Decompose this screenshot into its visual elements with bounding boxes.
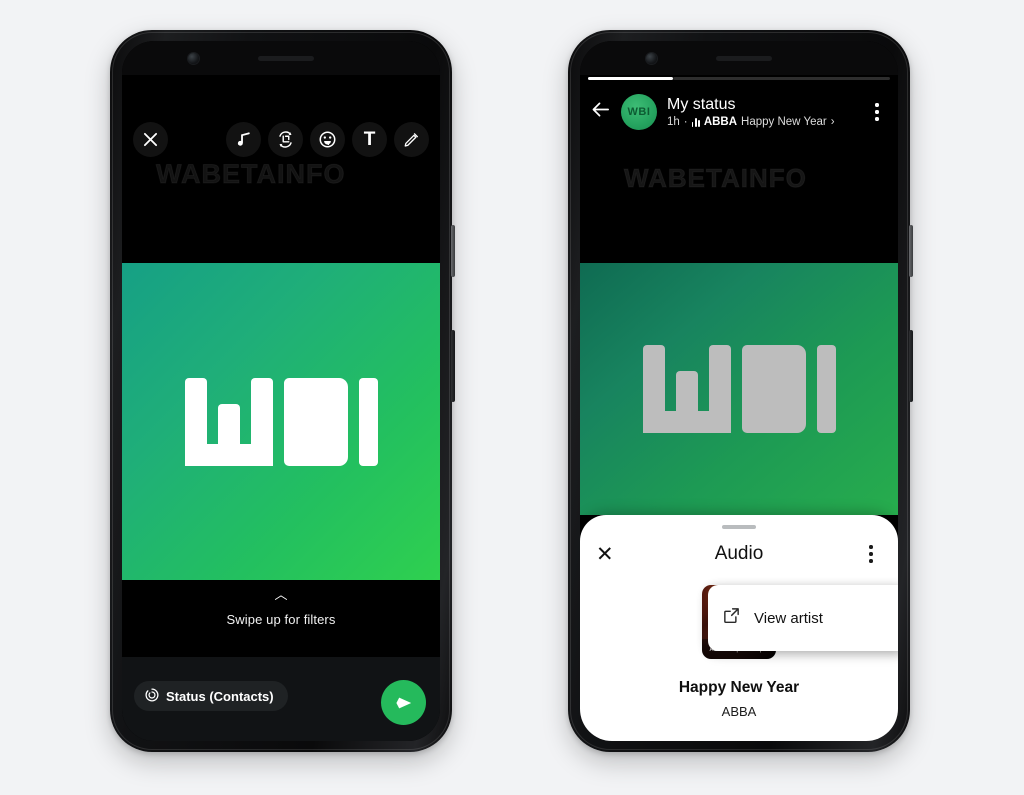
phone-screen-editor: WABETAINFO T ︿ Swipe up for filters Stat… (122, 41, 440, 741)
earpiece-speaker-right (716, 55, 772, 61)
crop-rotate-icon[interactable] (268, 121, 303, 157)
status-subline[interactable]: 1h · ABBA Happy New Year › (667, 116, 856, 128)
volume-button-right[interactable] (909, 225, 913, 277)
front-camera-icon-right (646, 53, 657, 64)
power-button-left[interactable] (451, 330, 455, 402)
audio-bottom-sheet: ✕ Audio ABBA Super Trouper (580, 515, 898, 741)
sticker-icon[interactable] (310, 121, 345, 157)
pencil-icon[interactable] (394, 121, 429, 157)
earpiece-speaker (258, 55, 314, 61)
chevron-up-icon: ︿ (274, 587, 288, 602)
text-icon-glyph: T (363, 128, 376, 150)
status-meta: My status 1h · ABBA Happy New Year › (667, 96, 856, 128)
wbi-logo-dim (642, 345, 836, 433)
status-audience-chip[interactable]: Status (Contacts) (134, 681, 288, 711)
send-icon (395, 697, 411, 708)
sheet-header: ✕ Audio (580, 529, 898, 571)
avatar[interactable]: WBI (621, 94, 657, 130)
logo-letter-b (283, 377, 348, 466)
phone-device-left: WABETAINFO T ︿ Swipe up for filters Stat… (110, 30, 455, 752)
status-media[interactable] (580, 263, 898, 515)
status-overflow-menu-icon[interactable] (866, 103, 888, 121)
avatar-initials: WBI (627, 106, 651, 118)
phone-screen-status-viewer: WABETAINFO WBI My status 1h · ABBA Happy… (580, 41, 898, 741)
watermark-left: WABETAINFO (155, 159, 346, 190)
front-camera-icon (188, 53, 199, 64)
phone-device-right: WABETAINFO WBI My status 1h · ABBA Happy… (568, 30, 913, 752)
status-audio-artist: ABBA (703, 116, 738, 129)
status-owner-title: My status (667, 95, 736, 113)
editor-toolbar: T (122, 115, 440, 163)
logo-letter-i (816, 345, 836, 433)
audio-bars-icon (691, 117, 700, 127)
close-icon[interactable]: ✕ (596, 544, 620, 565)
status-time: 1h (667, 116, 680, 129)
back-arrow-icon[interactable] (590, 99, 611, 125)
watermark-right-top: WABETAINFO (624, 163, 807, 194)
device-top-bezel-right (580, 41, 898, 75)
status-viewer-header: WBI My status 1h · ABBA Happy New Year › (580, 85, 898, 139)
text-icon[interactable]: T (352, 121, 387, 157)
status-audience-label: Status (Contacts) (166, 688, 274, 704)
view-artist-popup-menu[interactable]: View artist (708, 585, 898, 651)
status-progress-track (672, 77, 890, 80)
music-note-icon[interactable] (226, 121, 261, 157)
logo-letter-w (184, 377, 273, 466)
media-preview[interactable] (122, 263, 440, 580)
status-separator: · (683, 116, 688, 129)
status-progress-bar (588, 77, 890, 80)
close-icon[interactable] (133, 121, 168, 157)
track-title: Happy New Year (678, 679, 800, 696)
external-link-icon (722, 606, 741, 630)
logo-letter-i (358, 377, 378, 466)
volume-button-left[interactable] (451, 225, 455, 277)
track-artist: ABBA (721, 704, 757, 719)
status-progress-fill (588, 77, 673, 80)
send-button[interactable] (381, 680, 426, 725)
logo-letter-w (642, 345, 731, 433)
filters-hint-label: Swipe up for filters (226, 612, 336, 627)
swipe-up-filters-hint[interactable]: ︿ Swipe up for filters (122, 587, 440, 627)
sheet-title: Audio (714, 543, 764, 564)
chevron-right-icon[interactable]: › (831, 116, 835, 128)
wbi-logo (184, 377, 378, 466)
status-ring-icon (145, 687, 159, 705)
sheet-overflow-menu-icon[interactable] (860, 545, 882, 563)
power-button-right[interactable] (909, 330, 913, 402)
view-artist-label: View artist (754, 609, 823, 627)
device-top-bezel (122, 41, 440, 75)
status-audio-track: Happy New Year (741, 116, 827, 129)
logo-letter-b (741, 345, 806, 433)
screenshot-stage: WABETAINFO T ︿ Swipe up for filters Stat… (0, 0, 1024, 795)
